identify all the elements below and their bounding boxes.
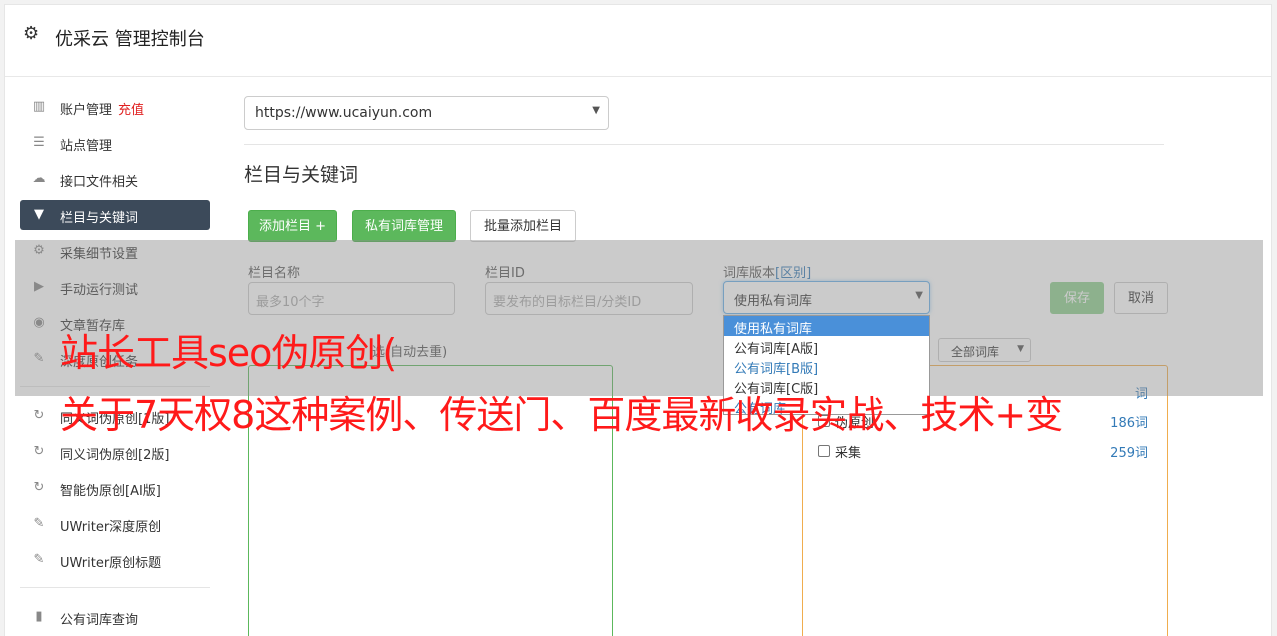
refresh-icon: ↻	[33, 444, 45, 459]
add-column-button[interactable]: 添加栏目 +	[248, 210, 337, 242]
ad-headline-line1: 站长工具seo伪原创(	[60, 331, 397, 375]
edit-icon: ✎	[33, 516, 45, 531]
gear-icon: ⚙	[23, 23, 40, 44]
dropdown-option[interactable]: 公有词库[A版]	[724, 336, 929, 357]
sidebar-item-uwriter-title[interactable]: ✎ UWriter原创标题	[20, 545, 210, 575]
sidebar-item-synonym-v2[interactable]: ↻ 同义词伪原创[2版]	[20, 437, 210, 467]
sidebar-item-columns[interactable]: ▼ 栏目与关键词	[20, 200, 210, 230]
site-select-value: https://www.ucaiyun.com	[255, 105, 433, 121]
filter-icon: ▼	[34, 207, 44, 222]
bar-chart-icon: ▥	[32, 99, 46, 114]
cloud-upload-icon: ☁	[32, 171, 46, 186]
sidebar-item-uwriter-deep[interactable]: ✎ UWriter深度原创	[20, 509, 210, 539]
sidebar-item-label: 站点管理	[60, 139, 113, 154]
sidebar-item-interface[interactable]: ☁ 接口文件相关	[20, 164, 210, 194]
sidebar-item-label: 接口文件相关	[60, 175, 139, 190]
refresh-icon: ↻	[33, 480, 45, 495]
sidebar-item-ai-rewrite[interactable]: ↻ 智能伪原创[AI版]	[20, 473, 210, 503]
chevron-down-icon: ▼	[592, 105, 600, 116]
site-select[interactable]: https://www.ucaiyun.com ▼	[244, 96, 609, 130]
sidebar-item-label: UWriter原创标题	[60, 556, 162, 571]
sidebar-item-sites[interactable]: ☰ 站点管理	[20, 128, 210, 158]
batch-add-button[interactable]: 批量添加栏目	[470, 210, 576, 242]
ad-headline-line2: 关于7天权8这种案例、传送门、百度最新收录实战、技术+变	[60, 393, 1063, 437]
server-icon: ☰	[33, 135, 45, 150]
dropdown-option[interactable]: 公有词库[B版]	[724, 356, 929, 377]
library-name: 采集	[835, 446, 862, 461]
private-library-button[interactable]: 私有词库管理	[352, 210, 456, 242]
sidebar-item-label: 公有词库查询	[60, 613, 139, 628]
header: ⚙ 优采云 管理控制台	[5, 5, 1271, 77]
sidebar-item-label: 栏目与关键词	[60, 211, 139, 226]
sidebar-item-label: UWriter深度原创	[60, 520, 162, 535]
edit-icon: ✎	[33, 552, 45, 567]
sidebar-divider	[20, 587, 210, 588]
refresh-icon: ↻	[33, 408, 45, 423]
library-count-link[interactable]: 259词	[1110, 442, 1148, 461]
sidebar-item-public-lib[interactable]: ▮ 公有词库查询	[20, 602, 210, 632]
list-item[interactable]: 采集 259词	[818, 442, 1148, 462]
sidebar-item-label: 同义词伪原创[2版]	[60, 448, 170, 463]
dropdown-option[interactable]: 使用私有词库	[724, 316, 929, 337]
sidebar-item-label: 智能伪原创[AI版]	[60, 484, 161, 499]
divider	[244, 144, 1164, 145]
section-title: 栏目与关键词	[244, 164, 359, 186]
library-count-link[interactable]: 186词	[1110, 412, 1148, 431]
book-icon: ▮	[35, 609, 43, 624]
page-title: 优采云 管理控制台	[55, 29, 205, 50]
sidebar-item-account[interactable]: ▥ 账户管理 充值	[20, 92, 210, 122]
recharge-link[interactable]: 充值	[118, 103, 144, 118]
library-checkbox[interactable]	[818, 445, 830, 457]
sidebar-item-label: 账户管理	[60, 103, 113, 118]
